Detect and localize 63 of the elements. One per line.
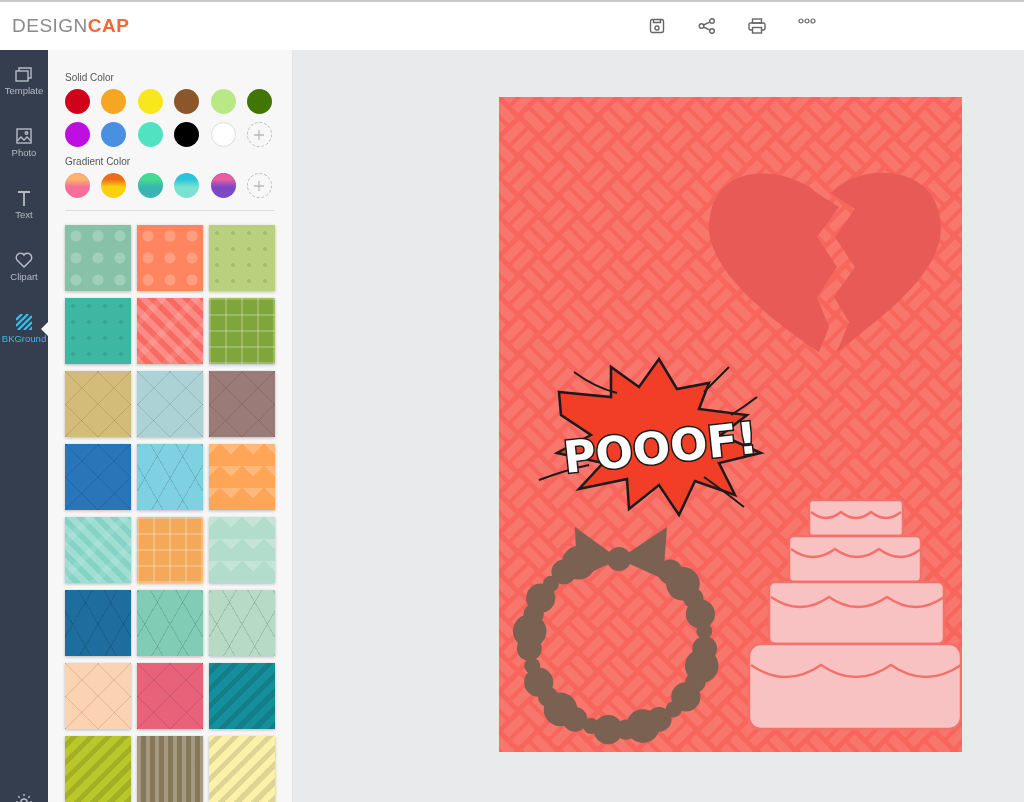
stripes-icon (16, 314, 32, 330)
background-thumbnail[interactable] (65, 225, 131, 291)
nav-tab[interactable]: Template (0, 50, 48, 112)
background-thumbnail[interactable] (65, 444, 131, 510)
background-thumbnail[interactable] (209, 371, 275, 437)
color-swatch[interactable] (65, 122, 90, 147)
background-thumbnail[interactable] (137, 663, 203, 729)
background-thumbnail[interactable] (209, 517, 275, 583)
color-swatch[interactable] (101, 122, 127, 147)
gradient-swatch[interactable] (210, 173, 236, 198)
layers-icon (15, 66, 33, 82)
plus-icon (254, 180, 265, 191)
background-thumbnail[interactable] (65, 517, 131, 583)
nav-tab[interactable]: Text (0, 174, 48, 236)
nav-tab[interactable]: BKGround (0, 298, 48, 360)
save-icon[interactable] (649, 18, 665, 34)
background-thumbnail[interactable] (137, 444, 203, 510)
background-thumbnail[interactable] (209, 663, 275, 729)
design-card[interactable]: POOOF! (499, 97, 962, 752)
plus-icon (254, 129, 265, 140)
background-thumbnail[interactable] (65, 736, 131, 802)
gradient-swatch[interactable] (101, 173, 127, 198)
color-swatch[interactable] (137, 89, 163, 114)
section-title: Gradient Color (65, 156, 132, 167)
gradient-swatch[interactable] (137, 173, 163, 198)
background-thumbnail[interactable] (137, 590, 203, 656)
color-swatch[interactable] (210, 122, 236, 147)
background-thumbnail[interactable] (137, 736, 203, 802)
image-icon (16, 128, 32, 144)
share-icon[interactable] (698, 18, 716, 34)
background-thumbnail[interactable] (209, 736, 275, 802)
gradient-swatch[interactable] (174, 173, 200, 198)
color-swatch[interactable] (246, 89, 272, 114)
background-thumbnail[interactable] (209, 590, 275, 656)
background-thumbnail[interactable] (65, 298, 131, 364)
background-thumbnail[interactable] (209, 225, 275, 291)
more-icon[interactable] (798, 18, 816, 24)
print-icon[interactable] (748, 18, 766, 34)
settings-icon[interactable] (15, 793, 33, 802)
color-swatch[interactable] (174, 122, 200, 147)
background-thumbnail[interactable] (209, 298, 275, 364)
background-thumbnail[interactable] (137, 371, 203, 437)
nav-tab[interactable]: Photo (0, 112, 48, 174)
explosion-drawing[interactable] (538, 356, 765, 518)
color-swatch[interactable] (210, 89, 236, 114)
logo-text[interactable]: DESIGNCAP (12, 15, 632, 37)
heart-icon (15, 252, 33, 268)
wreath-drawing[interactable] (512, 527, 719, 745)
background-thumbnail[interactable] (137, 517, 203, 583)
text-t-icon (17, 190, 31, 206)
background-thumbnail[interactable] (65, 590, 131, 656)
background-thumbnail[interactable] (137, 298, 203, 364)
color-swatch[interactable] (101, 89, 127, 114)
nav-tab[interactable]: Clipart (0, 236, 48, 298)
color-swatch[interactable] (65, 89, 90, 114)
section-title: Solid Color (65, 72, 115, 83)
background-thumbnail[interactable] (209, 444, 275, 510)
background-thumbnail[interactable] (137, 225, 203, 291)
color-swatch[interactable] (174, 89, 200, 114)
background-thumbnail[interactable] (65, 371, 131, 437)
color-swatch[interactable] (137, 122, 163, 147)
gradient-swatch[interactable] (65, 173, 90, 198)
background-thumbnail[interactable] (65, 663, 131, 729)
